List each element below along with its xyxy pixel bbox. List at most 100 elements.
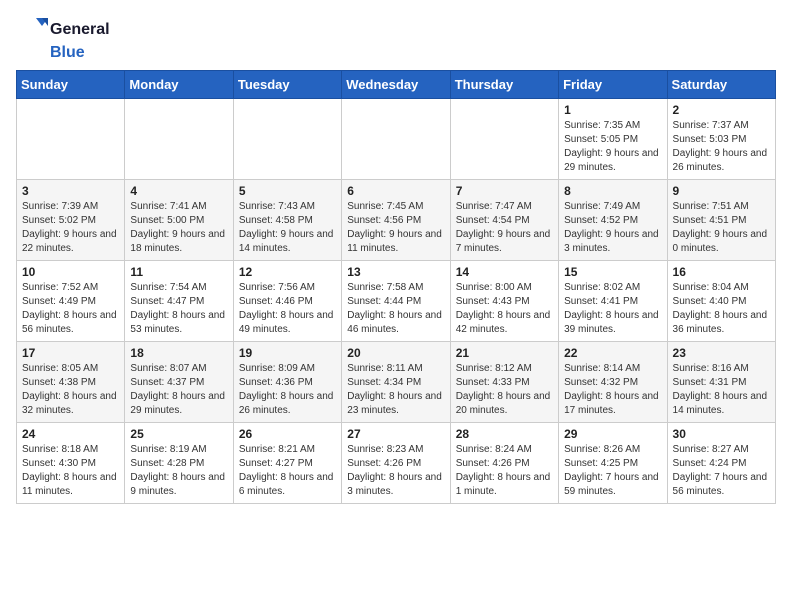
day-info: Sunrise: 7:45 AM Sunset: 4:56 PM Dayligh… xyxy=(347,200,444,256)
logo-text-block: General Blue xyxy=(16,16,110,62)
day-info: Sunrise: 7:51 AM Sunset: 4:51 PM Dayligh… xyxy=(673,200,770,256)
day-number: 23 xyxy=(673,346,770,360)
calendar-cell: 30Sunrise: 8:27 AM Sunset: 4:24 PM Dayli… xyxy=(667,423,775,504)
weekday-header-wednesday: Wednesday xyxy=(342,71,450,99)
calendar-cell: 4Sunrise: 7:41 AM Sunset: 5:00 PM Daylig… xyxy=(125,180,233,261)
day-info: Sunrise: 8:00 AM Sunset: 4:43 PM Dayligh… xyxy=(456,281,553,337)
day-info: Sunrise: 7:43 AM Sunset: 4:58 PM Dayligh… xyxy=(239,200,336,256)
day-number: 17 xyxy=(22,346,119,360)
day-number: 7 xyxy=(456,184,553,198)
day-info: Sunrise: 8:16 AM Sunset: 4:31 PM Dayligh… xyxy=(673,362,770,418)
calendar-week-1: 1 Sunrise: 7:35 AM Sunset: 5:05 PM Daylig… xyxy=(17,99,776,180)
day-number: 18 xyxy=(130,346,227,360)
day-number: 8 xyxy=(564,184,661,198)
day-number: 28 xyxy=(456,427,553,441)
day-number: 24 xyxy=(22,427,119,441)
calendar-week-3: 10 Sunrise: 7:52 AM Sunset: 4:49 PM Dayli… xyxy=(17,261,776,342)
weekday-header-tuesday: Tuesday xyxy=(233,71,341,99)
calendar-cell: 24 Sunrise: 8:18 AM Sunset: 4:30 PM Dayli… xyxy=(17,423,125,504)
calendar-header: SundayMondayTuesdayWednesdayThursdayFrid… xyxy=(17,71,776,99)
logo-general: General xyxy=(50,21,110,39)
day-info: Sunrise: 8:14 AM Sunset: 4:32 PM Dayligh… xyxy=(564,362,661,418)
calendar-cell: 18 Sunrise: 8:07 AM Sunset: 4:37 PM Dayli… xyxy=(125,342,233,423)
day-number: 19 xyxy=(239,346,336,360)
weekday-header-row: SundayMondayTuesdayWednesdayThursdayFrid… xyxy=(17,71,776,99)
calendar-cell: 11 Sunrise: 7:54 AM Sunset: 4:47 PM Dayli… xyxy=(125,261,233,342)
day-info: Sunrise: 7:39 AM Sunset: 5:02 PM Dayligh… xyxy=(22,200,119,256)
calendar-cell: 10 Sunrise: 7:52 AM Sunset: 4:49 PM Dayli… xyxy=(17,261,125,342)
day-number: 13 xyxy=(347,265,444,279)
day-info: Sunrise: 8:12 AM Sunset: 4:33 PM Dayligh… xyxy=(456,362,553,418)
day-number: 10 xyxy=(22,265,119,279)
calendar-cell: 5Sunrise: 7:43 AM Sunset: 4:58 PM Daylig… xyxy=(233,180,341,261)
calendar-cell: 20 Sunrise: 8:11 AM Sunset: 4:34 PM Dayli… xyxy=(342,342,450,423)
weekday-header-saturday: Saturday xyxy=(667,71,775,99)
calendar-cell: 27Sunrise: 8:23 AM Sunset: 4:26 PM Dayli… xyxy=(342,423,450,504)
calendar-cell xyxy=(233,99,341,180)
calendar-cell: 14 Sunrise: 8:00 AM Sunset: 4:43 PM Dayli… xyxy=(450,261,558,342)
calendar-body: 1 Sunrise: 7:35 AM Sunset: 5:05 PM Daylig… xyxy=(17,99,776,504)
day-info: Sunrise: 7:58 AM Sunset: 4:44 PM Dayligh… xyxy=(347,281,444,337)
day-number: 26 xyxy=(239,427,336,441)
calendar-cell xyxy=(342,99,450,180)
day-info: Sunrise: 8:24 AM Sunset: 4:26 PM Dayligh… xyxy=(456,443,553,499)
day-number: 9 xyxy=(673,184,770,198)
calendar-cell: 15 Sunrise: 8:02 AM Sunset: 4:41 PM Dayli… xyxy=(559,261,667,342)
day-info: Sunrise: 7:37 AM Sunset: 5:03 PM Dayligh… xyxy=(673,119,770,175)
weekday-header-sunday: Sunday xyxy=(17,71,125,99)
day-info: Sunrise: 8:23 AM Sunset: 4:26 PM Dayligh… xyxy=(347,443,444,499)
day-number: 3 xyxy=(22,184,119,198)
day-number: 25 xyxy=(130,427,227,441)
logo-blue: Blue xyxy=(50,44,85,62)
calendar-cell: 22Sunrise: 8:14 AM Sunset: 4:32 PM Dayli… xyxy=(559,342,667,423)
calendar-cell: 1 Sunrise: 7:35 AM Sunset: 5:05 PM Daylig… xyxy=(559,99,667,180)
header: General Blue xyxy=(16,16,776,62)
calendar-cell: 13 Sunrise: 7:58 AM Sunset: 4:44 PM Dayli… xyxy=(342,261,450,342)
calendar-cell: 21 Sunrise: 8:12 AM Sunset: 4:33 PM Dayli… xyxy=(450,342,558,423)
day-number: 14 xyxy=(456,265,553,279)
day-info: Sunrise: 8:02 AM Sunset: 4:41 PM Dayligh… xyxy=(564,281,661,337)
day-info: Sunrise: 7:41 AM Sunset: 5:00 PM Dayligh… xyxy=(130,200,227,256)
day-number: 30 xyxy=(673,427,770,441)
calendar-cell: 19 Sunrise: 8:09 AM Sunset: 4:36 PM Dayli… xyxy=(233,342,341,423)
calendar-cell: 29Sunrise: 8:26 AM Sunset: 4:25 PM Dayli… xyxy=(559,423,667,504)
day-number: 11 xyxy=(130,265,227,279)
logo-bird-icon xyxy=(16,16,48,44)
calendar-cell: 25 Sunrise: 8:19 AM Sunset: 4:28 PM Dayli… xyxy=(125,423,233,504)
calendar-cell xyxy=(450,99,558,180)
day-info: Sunrise: 8:19 AM Sunset: 4:28 PM Dayligh… xyxy=(130,443,227,499)
calendar-cell: 16 Sunrise: 8:04 AM Sunset: 4:40 PM Dayli… xyxy=(667,261,775,342)
day-info: Sunrise: 8:11 AM Sunset: 4:34 PM Dayligh… xyxy=(347,362,444,418)
day-info: Sunrise: 8:07 AM Sunset: 4:37 PM Dayligh… xyxy=(130,362,227,418)
calendar-cell: 28 Sunrise: 8:24 AM Sunset: 4:26 PM Dayli… xyxy=(450,423,558,504)
day-info: Sunrise: 7:52 AM Sunset: 4:49 PM Dayligh… xyxy=(22,281,119,337)
day-number: 16 xyxy=(673,265,770,279)
day-info: Sunrise: 7:54 AM Sunset: 4:47 PM Dayligh… xyxy=(130,281,227,337)
day-info: Sunrise: 8:04 AM Sunset: 4:40 PM Dayligh… xyxy=(673,281,770,337)
calendar-cell: 7 Sunrise: 7:47 AM Sunset: 4:54 PM Daylig… xyxy=(450,180,558,261)
calendar-cell: 3 Sunrise: 7:39 AM Sunset: 5:02 PM Daylig… xyxy=(17,180,125,261)
day-number: 29 xyxy=(564,427,661,441)
day-info: Sunrise: 7:49 AM Sunset: 4:52 PM Dayligh… xyxy=(564,200,661,256)
day-number: 12 xyxy=(239,265,336,279)
day-number: 20 xyxy=(347,346,444,360)
weekday-header-friday: Friday xyxy=(559,71,667,99)
day-info: Sunrise: 8:18 AM Sunset: 4:30 PM Dayligh… xyxy=(22,443,119,499)
day-info: Sunrise: 8:21 AM Sunset: 4:27 PM Dayligh… xyxy=(239,443,336,499)
weekday-header-thursday: Thursday xyxy=(450,71,558,99)
day-info: Sunrise: 7:47 AM Sunset: 4:54 PM Dayligh… xyxy=(456,200,553,256)
day-number: 1 xyxy=(564,103,661,117)
day-number: 21 xyxy=(456,346,553,360)
calendar-week-2: 3 Sunrise: 7:39 AM Sunset: 5:02 PM Daylig… xyxy=(17,180,776,261)
calendar-cell: 9 Sunrise: 7:51 AM Sunset: 4:51 PM Daylig… xyxy=(667,180,775,261)
day-info: Sunrise: 8:09 AM Sunset: 4:36 PM Dayligh… xyxy=(239,362,336,418)
day-number: 15 xyxy=(564,265,661,279)
day-info: Sunrise: 7:56 AM Sunset: 4:46 PM Dayligh… xyxy=(239,281,336,337)
calendar-cell: 23 Sunrise: 8:16 AM Sunset: 4:31 PM Dayli… xyxy=(667,342,775,423)
calendar-table: SundayMondayTuesdayWednesdayThursdayFrid… xyxy=(16,70,776,504)
day-number: 2 xyxy=(673,103,770,117)
day-info: Sunrise: 7:35 AM Sunset: 5:05 PM Dayligh… xyxy=(564,119,661,175)
calendar-cell: 6 Sunrise: 7:45 AM Sunset: 4:56 PM Daylig… xyxy=(342,180,450,261)
day-number: 6 xyxy=(347,184,444,198)
calendar-cell: 26 Sunrise: 8:21 AM Sunset: 4:27 PM Dayli… xyxy=(233,423,341,504)
